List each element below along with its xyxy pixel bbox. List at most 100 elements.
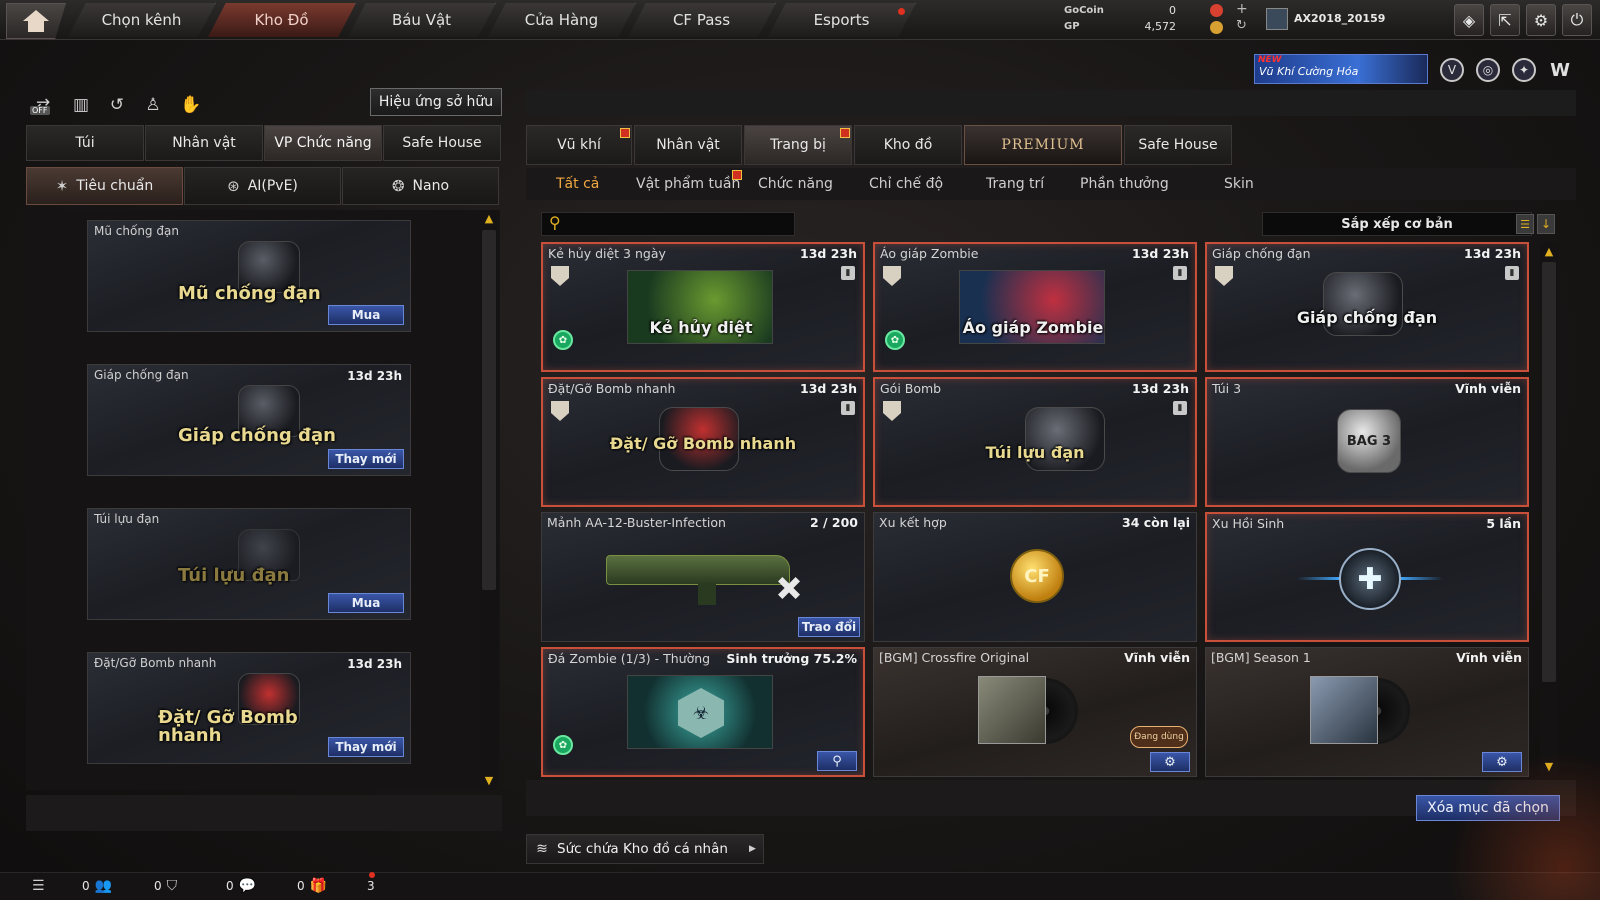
right-tab-trang-bi[interactable]: Trang bị <box>744 125 852 165</box>
nav-tab-cf-pass[interactable]: CF Pass <box>628 3 776 37</box>
left-item-card[interactable]: Mũ chống đạn Mũ chống đạn Mua <box>87 220 411 332</box>
cf-coin-image: CF <box>1010 549 1064 603</box>
gear-icon[interactable]: ⚙ <box>1150 752 1190 772</box>
shield-icon <box>1215 266 1233 286</box>
left-item-card[interactable]: Đặt/Gỡ Bomb nhanh 13d 23h Đặt/ Gỡ Bomb n… <box>87 652 411 764</box>
compass-icon[interactable]: ✦ <box>1512 58 1536 82</box>
left-tab-safe-house[interactable]: Safe House <box>383 125 501 161</box>
item-card-ao-giap-zombie[interactable]: Áo giáp Zombie 13d 23h ▮ ✿ Áo giáp Zombi… <box>873 242 1197 372</box>
refresh-icon[interactable]: ↻ <box>1236 18 1247 33</box>
scroll-down-arrow-icon[interactable]: ▼ <box>480 774 498 787</box>
list-icon: ☰ <box>32 878 45 894</box>
nav-tab-chon-kenh[interactable]: Chọn kênh <box>68 3 216 37</box>
history-icon[interactable]: ↺ <box>104 92 130 118</box>
gear-icon[interactable]: ⚙ <box>1482 752 1522 772</box>
right-scroll-thumb[interactable] <box>1542 262 1556 682</box>
renew-button[interactable]: Thay mới <box>328 449 404 469</box>
item-card-bgm-season-1[interactable]: [BGM] Season 1 Vĩnh viễn ⚙ <box>1205 647 1529 777</box>
left-scroll-thumb[interactable] <box>482 230 496 590</box>
nav-tab-bau-vat[interactable]: Báu Vật <box>348 3 496 37</box>
delete-selected-button[interactable]: Xóa mục đã chọn <box>1416 795 1560 821</box>
message-counter[interactable]: 0 💬 <box>226 876 256 896</box>
notification-counter[interactable]: 3 <box>367 876 375 896</box>
scroll-down-arrow-icon[interactable]: ▼ <box>1540 760 1558 773</box>
exit-room-icon[interactable]: ⇱ <box>1490 4 1520 36</box>
subtab-skin[interactable]: Skin <box>1224 172 1254 196</box>
left-tab-tui[interactable]: Túi <box>26 125 144 161</box>
subtab-nano[interactable]: ❂ Nano <box>342 167 499 205</box>
right-tab-premium[interactable]: PREMIUM <box>964 125 1122 165</box>
sort-dropdown[interactable]: Sắp xếp cơ bản <box>1262 212 1532 236</box>
gift-counter[interactable]: 0 🎁 <box>297 876 327 896</box>
friends-counter[interactable]: 0 👥 <box>82 876 112 896</box>
clan-shield-icon[interactable]: ◈ <box>1454 4 1484 36</box>
buy-button[interactable]: Mua <box>328 593 404 613</box>
stats-icon[interactable]: ▥ <box>68 92 94 118</box>
subtab-chuc-nang[interactable]: Chức năng <box>758 172 833 196</box>
promo-banner[interactable]: NEW Vũ Khí Cường Hóa <box>1254 54 1428 84</box>
renew-button[interactable]: Thay mới <box>328 737 404 757</box>
trash-icon[interactable]: ▮ <box>841 401 855 415</box>
glove-icon[interactable]: ✋ <box>178 92 204 118</box>
gear-icon[interactable]: ⚙ <box>1526 4 1556 36</box>
clan-counter[interactable]: 0 ⛉ <box>154 876 177 896</box>
character-icon[interactable]: ♙ <box>140 92 166 118</box>
sort-direction-icon[interactable]: ↓ <box>1537 214 1555 234</box>
subtab-vat-pham-tuan[interactable]: Vật phẩm tuần <box>636 172 740 196</box>
shield-icon: ⛉ <box>166 878 178 894</box>
item-card-goi-bomb[interactable]: Gói Bomb 13d 23h ▮ Túi lựu đạn <box>873 377 1197 507</box>
gift-icon <box>840 128 850 138</box>
item-card-dat-go-bomb[interactable]: Đặt/Gỡ Bomb nhanh 13d 23h ▮ Đặt/ Gỡ Bomb… <box>541 377 865 507</box>
globe-icon[interactable]: ◎ <box>1476 58 1500 82</box>
trash-icon[interactable]: ▮ <box>841 266 855 280</box>
power-icon[interactable]: ⏻ <box>1562 4 1592 36</box>
nav-tab-esports[interactable]: Esports <box>768 3 916 37</box>
list-view-icon[interactable]: ☰ <box>1516 214 1534 234</box>
right-tab-vu-khi[interactable]: Vũ khí <box>526 125 632 165</box>
item-card-xu-hoi-sinh[interactable]: Xu Hồi Sinh 5 lần ✚ <box>1205 512 1529 642</box>
right-tab-nhan-vat[interactable]: Nhân vật <box>634 125 742 165</box>
biohazard-icon: ☣ <box>678 688 724 738</box>
buy-button[interactable]: Mua <box>328 305 404 325</box>
left-item-card[interactable]: Giáp chống đạn 13d 23h Giáp chống đạn Th… <box>87 364 411 476</box>
nav-tab-cua-hang[interactable]: Cửa Hàng <box>488 3 636 37</box>
trash-icon[interactable]: ▮ <box>1173 266 1187 280</box>
item-card-da-zombie[interactable]: Đá Zombie (1/3) - Thường Sinh trưởng 75.… <box>541 647 865 777</box>
trash-icon[interactable]: ▮ <box>1505 266 1519 280</box>
inventory-capacity-button[interactable]: ≋ Sức chứa Kho đồ cá nhân ▶ <box>526 834 764 864</box>
v-emblem-icon[interactable]: V <box>1440 58 1464 82</box>
nav-tab-kho-do[interactable]: Kho Đồ <box>208 3 356 37</box>
subtab-tieu-chuan[interactable]: ✶ Tiêu chuẩn <box>26 167 183 205</box>
right-tab-kho-do[interactable]: Kho đồ <box>854 125 962 165</box>
exchange-button[interactable]: Trao đổi <box>798 617 860 637</box>
right-tab-safe-house[interactable]: Safe House <box>1124 125 1232 165</box>
menu-list-button[interactable]: ☰ <box>32 876 45 896</box>
item-card-ke-huy-diet[interactable]: Kẻ hủy diệt 3 ngày 13d 23h ▮ ✿ Kẻ hủy di… <box>541 242 865 372</box>
subtab-ai-pve[interactable]: ⊛ AI(PvE) <box>184 167 341 205</box>
scroll-up-arrow-icon[interactable]: ▲ <box>1540 245 1558 258</box>
search-input[interactable] <box>541 212 795 236</box>
shield-icon <box>551 266 569 286</box>
item-art: Áo giáp Zombie <box>959 270 1105 344</box>
subtab-trang-tri[interactable]: Trang trí <box>986 172 1044 196</box>
item-card-xu-ket-hop[interactable]: Xu kết hợp 34 còn lại CF <box>873 512 1197 642</box>
wing-logo-icon[interactable]: W <box>1548 58 1572 82</box>
left-tab-nhan-vat[interactable]: Nhân vật <box>145 125 263 161</box>
item-name: [BGM] Crossfire Original <box>879 650 1030 665</box>
subtab-phan-thuong[interactable]: Phần thưởng <box>1080 172 1169 196</box>
search-detail-button[interactable]: ⚲ <box>817 751 857 771</box>
item-card-giap-chong-dan[interactable]: Giáp chống đạn 13d 23h ▮ Giáp chống đạn <box>1205 242 1529 372</box>
item-card-tui-3[interactable]: Túi 3 Vĩnh viễn BAG 3 <box>1205 377 1529 507</box>
item-name: Giáp chống đạn <box>1212 246 1311 261</box>
scroll-up-arrow-icon[interactable]: ▲ <box>480 212 498 225</box>
owned-effects-button[interactable]: Hiệu ứng sở hữu <box>370 88 502 116</box>
item-card-manh-aa12[interactable]: Mảnh AA-12-Buster-Infection 2 / 200 Trao… <box>541 512 865 642</box>
add-currency-icon[interactable]: + <box>1236 1 1248 17</box>
subtab-tat-ca[interactable]: Tất cả <box>556 172 599 196</box>
left-tab-vp-chuc-nang[interactable]: VP Chức năng <box>264 125 382 161</box>
item-card-bgm-crossfire-original[interactable]: [BGM] Crossfire Original Vĩnh viễn Đang … <box>873 647 1197 777</box>
subtab-chi-che-do[interactable]: Chỉ chế độ <box>869 172 943 196</box>
item-art-label: Áo giáp Zombie <box>962 318 1104 337</box>
left-item-card[interactable]: Túi lựu đạn Túi lựu đạn Mua <box>87 508 411 620</box>
trash-icon[interactable]: ▮ <box>1173 401 1187 415</box>
